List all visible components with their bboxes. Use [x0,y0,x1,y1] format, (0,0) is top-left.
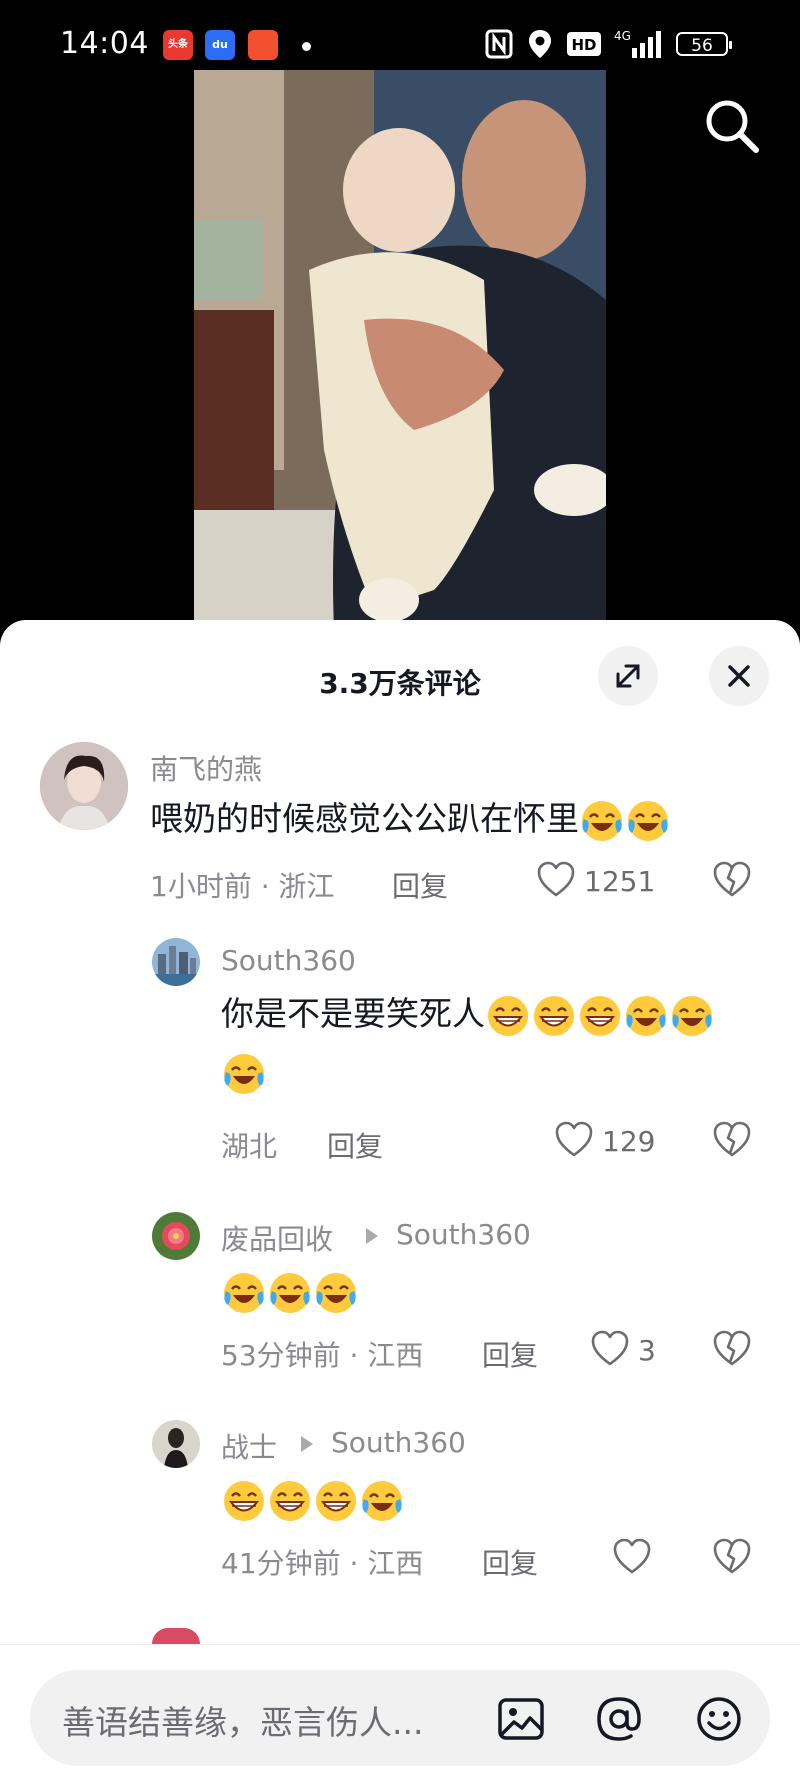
avatar-image [152,938,200,986]
laugh-cry-emoji-icon [316,1272,356,1313]
reply-button[interactable]: 回复 [482,1334,538,1374]
avatar-image [152,1212,200,1260]
heart-icon[interactable] [612,1537,652,1577]
nfc-icon [485,29,513,59]
comment-meta: 湖北 [221,1130,278,1163]
comment-count-title: 3.3万条评论 [319,667,481,700]
broken-heart-icon[interactable] [712,1329,752,1369]
close-button[interactable] [709,646,769,706]
status-time: 14:04 [60,26,149,61]
expand-icon [616,664,640,688]
avatar[interactable] [152,1420,200,1468]
reply-arrow-icon [301,1436,313,1452]
notification-dot [302,42,311,51]
heart-icon[interactable] [536,860,576,900]
reply-to-username[interactable]: South360 [331,1426,466,1459]
grin-emoji-icon [224,1480,264,1521]
laugh-cry-emoji-icon [224,1053,264,1094]
emoji-icon[interactable] [694,1694,744,1744]
laugh-cry-emoji-icon [270,1272,310,1313]
comment-text-body: 你是不是要笑死人 [221,994,485,1033]
like-count: 3 [638,1334,656,1367]
comment-input[interactable]: 善语结善缘，恶言伤人... [62,1696,423,1744]
video-frame[interactable] [194,70,606,630]
comment-username[interactable]: South360 [221,944,356,977]
grin-emoji-icon [270,1480,310,1521]
heart-icon[interactable] [590,1329,630,1369]
baidu-app-icon: du [205,30,235,60]
comment-username[interactable]: 南飞的燕 [150,748,262,788]
laugh-cry-emoji-icon [224,1272,264,1313]
broken-heart-icon[interactable] [712,1537,752,1577]
avatar[interactable] [152,1212,200,1260]
laugh-cry-emoji-icon [582,800,622,841]
status-bar: 14:04 头条 du HD 4G 56 [0,0,800,70]
hd-icon: HD [567,32,601,56]
reply-to-username[interactable]: South360 [396,1218,531,1251]
broken-heart-icon[interactable] [712,860,752,900]
comment-text [221,1470,405,1528]
location-icon [529,30,551,58]
video-player[interactable] [0,70,800,630]
reply-button[interactable]: 回复 [482,1542,538,1582]
reply-arrow-icon [366,1228,378,1244]
laugh-cry-emoji-icon [362,1480,402,1521]
close-icon [728,665,750,687]
signal-icon: 4G [614,29,661,58]
comment-text-body: 喂奶的时候感觉公公趴在怀里 [150,799,579,838]
comment-username[interactable]: 战士 [221,1426,277,1466]
like-count: 129 [602,1125,656,1158]
laugh-cry-emoji-icon [628,800,668,841]
toutiao-app-icon: 头条 [163,30,193,60]
svg-text:HD: HD [571,36,596,54]
comment-username[interactable]: 废品回收 [221,1218,333,1258]
comment-meta: 53分钟前 · 江西 [221,1339,424,1372]
avatar[interactable] [40,742,128,830]
avatar-image [40,742,128,830]
red-app-icon [248,30,278,60]
avatar[interactable] [152,938,200,986]
broken-heart-icon[interactable] [712,1120,752,1160]
laugh-cry-emoji-icon [672,995,712,1036]
avatar[interactable] [152,1628,200,1644]
grin-emoji-icon [580,995,620,1036]
battery-indicator: 56 [676,32,732,56]
expand-button[interactable] [598,646,658,706]
comment-input-bar[interactable]: 善语结善缘，恶言伤人... [30,1670,770,1766]
comment-meta: 41分钟前 · 江西 [221,1547,424,1580]
avatar-image [152,1420,200,1468]
comment-meta: 1小时前 · 浙江 [150,870,335,903]
like-count: 1251 [584,865,656,898]
grin-emoji-icon [316,1480,356,1521]
image-icon[interactable] [496,1694,546,1744]
reply-button[interactable]: 回复 [327,1125,383,1165]
reply-button[interactable]: 回复 [392,865,448,905]
comment-text: 喂奶的时候感觉公公趴在怀里 [150,790,671,848]
mention-icon[interactable] [594,1694,644,1744]
search-icon[interactable] [700,94,764,158]
grin-emoji-icon [534,995,574,1036]
heart-icon[interactable] [554,1120,594,1160]
laugh-cry-emoji-icon [626,995,666,1036]
video-still-image [194,70,606,630]
comment-text: 你是不是要笑死人 [221,985,741,1101]
grin-emoji-icon [488,995,528,1036]
comment-text [221,1262,359,1320]
network-type: 4G [614,29,631,43]
input-divider [0,1644,800,1645]
